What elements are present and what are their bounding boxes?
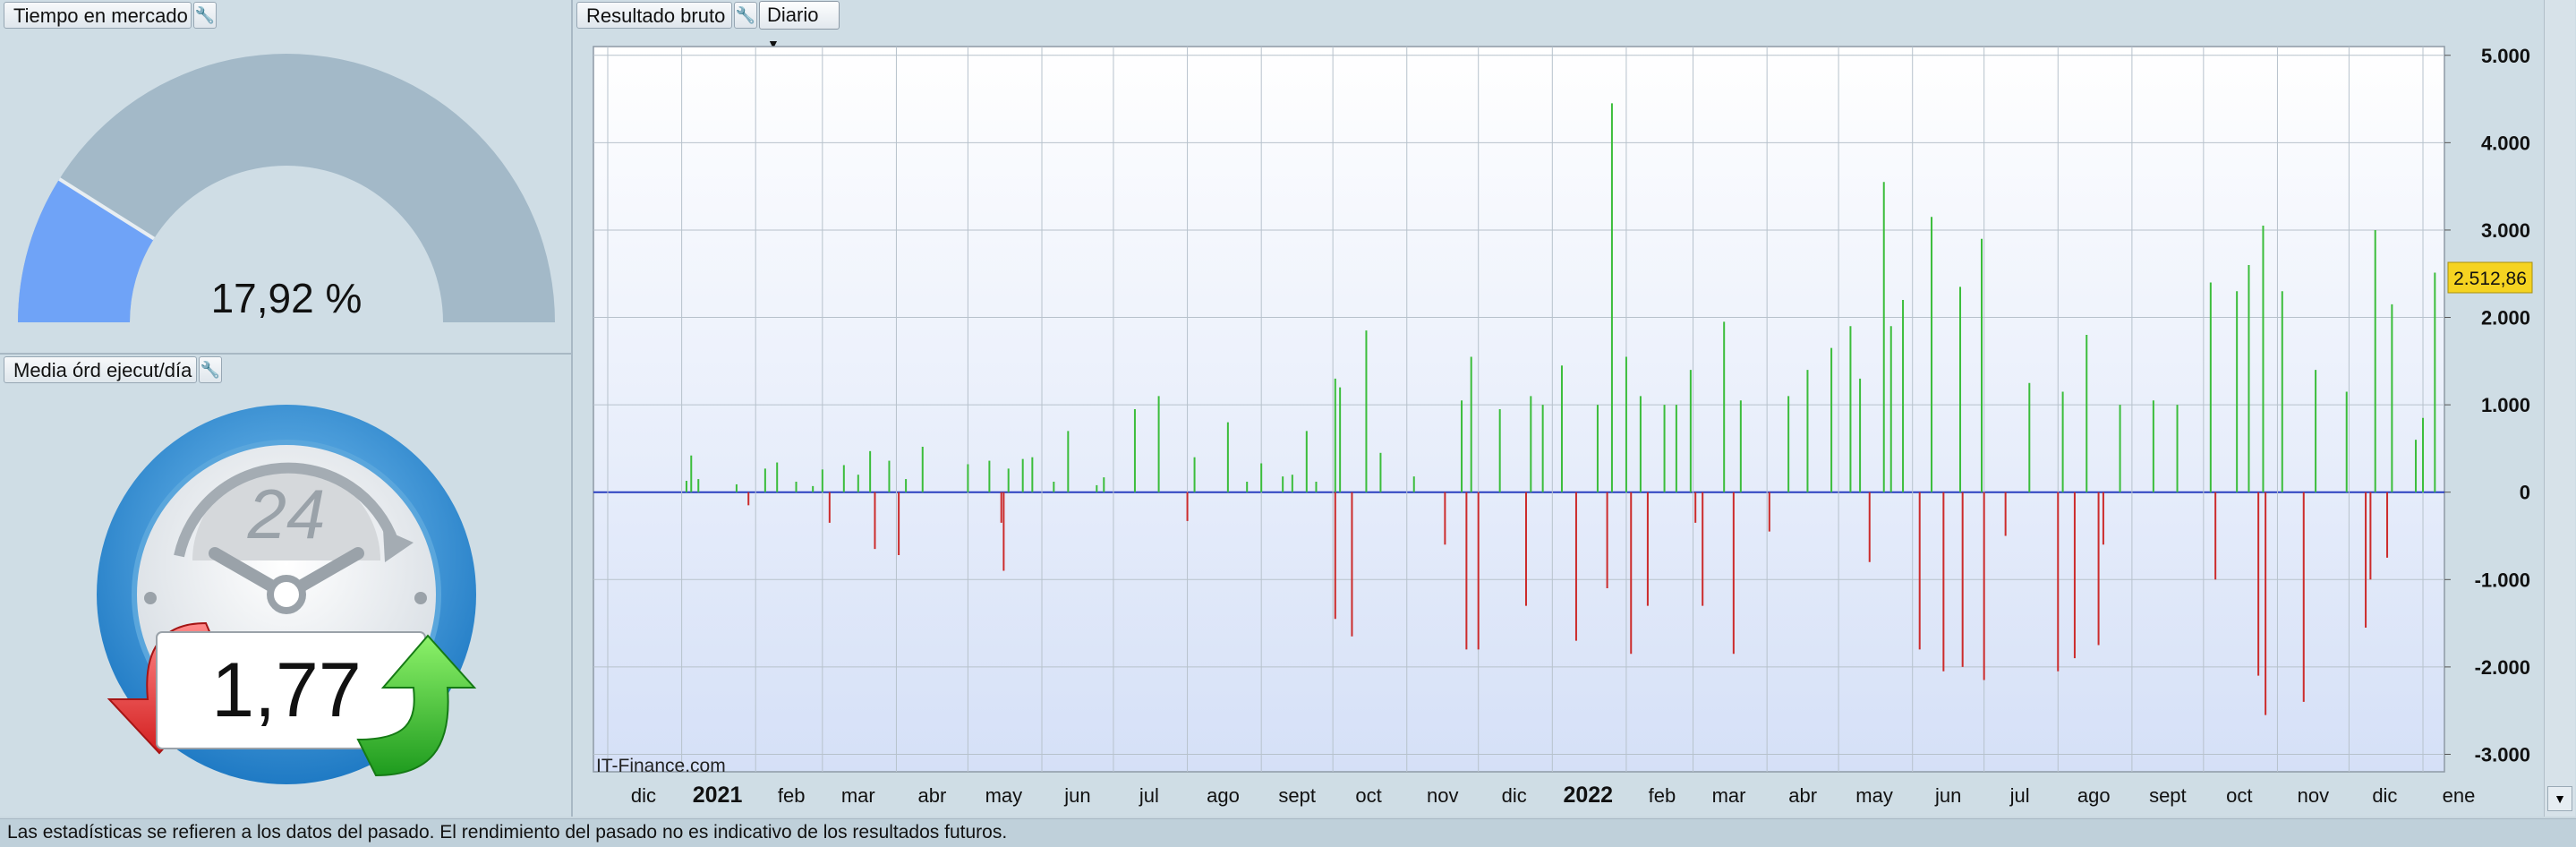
x-tick-label: may [1855, 784, 1893, 807]
x-tick-label: sept [1278, 784, 1316, 807]
x-tick-label: sept [2149, 784, 2187, 807]
x-tick-label: 2022 [1563, 783, 1613, 808]
x-tick-labels: dic 2021 feb mar abr may jun jul ago sept oct nov di… [631, 783, 2475, 808]
x-tick-label: feb [778, 784, 806, 807]
x-tick-label: nov [2298, 784, 2329, 807]
x-tick-label: dic [2372, 784, 2397, 807]
x-tick-label: 2021 [693, 783, 743, 808]
x-tick-label: nov [1427, 784, 1458, 807]
x-tick-label: may [985, 784, 1023, 807]
y-tick-label: 0 [2520, 482, 2530, 504]
result-chart: 5.000 4.000 3.000 2.000 1.000 0 -1.000 -2.000 -3… [593, 45, 2533, 808]
y-tick-label: 4.000 [2481, 132, 2530, 154]
x-tick-label: jul [2009, 784, 2030, 807]
y-tick-label: -3.000 [2475, 743, 2530, 766]
x-tick-label: ago [2077, 784, 2111, 807]
disclaimer-footer: Las estadísticas se refieren a los datos… [0, 818, 2576, 847]
plot-area [593, 46, 2445, 773]
x-tick-label: oct [1355, 784, 1381, 807]
y-tick-label: 3.000 [2481, 219, 2530, 242]
x-tick-label: oct [2226, 784, 2252, 807]
x-tick-label: jul [1139, 784, 1159, 807]
y-tick-label: -2.000 [2475, 656, 2530, 679]
x-tick-label: jun [1063, 784, 1090, 807]
x-tick-label: dic [631, 784, 656, 807]
x-tick-label: abr [918, 784, 947, 807]
x-tick-label: ago [1207, 784, 1240, 807]
y-tick-label: -1.000 [2475, 569, 2530, 591]
x-tick-label: abr [1788, 784, 1817, 807]
y-tick-label: 2.000 [2481, 307, 2530, 329]
y-tick-label: 5.000 [2481, 45, 2530, 67]
y-tick-labels: 5.000 4.000 3.000 2.000 1.000 0 -1.000 -2.000 -3… [2444, 45, 2530, 766]
x-tick-label: ene [2443, 784, 2476, 807]
x-tick-label: feb [1649, 784, 1676, 807]
x-tick-label: jun [1934, 784, 1961, 807]
y-tick-label: 1.000 [2481, 394, 2530, 416]
x-tick-label: mar [841, 784, 875, 807]
last-value-label: 2.512,86 [2453, 269, 2527, 289]
x-tick-label: dic [1502, 784, 1527, 807]
watermark: IT-Finance.com [596, 756, 726, 776]
x-tick-label: mar [1712, 784, 1746, 807]
